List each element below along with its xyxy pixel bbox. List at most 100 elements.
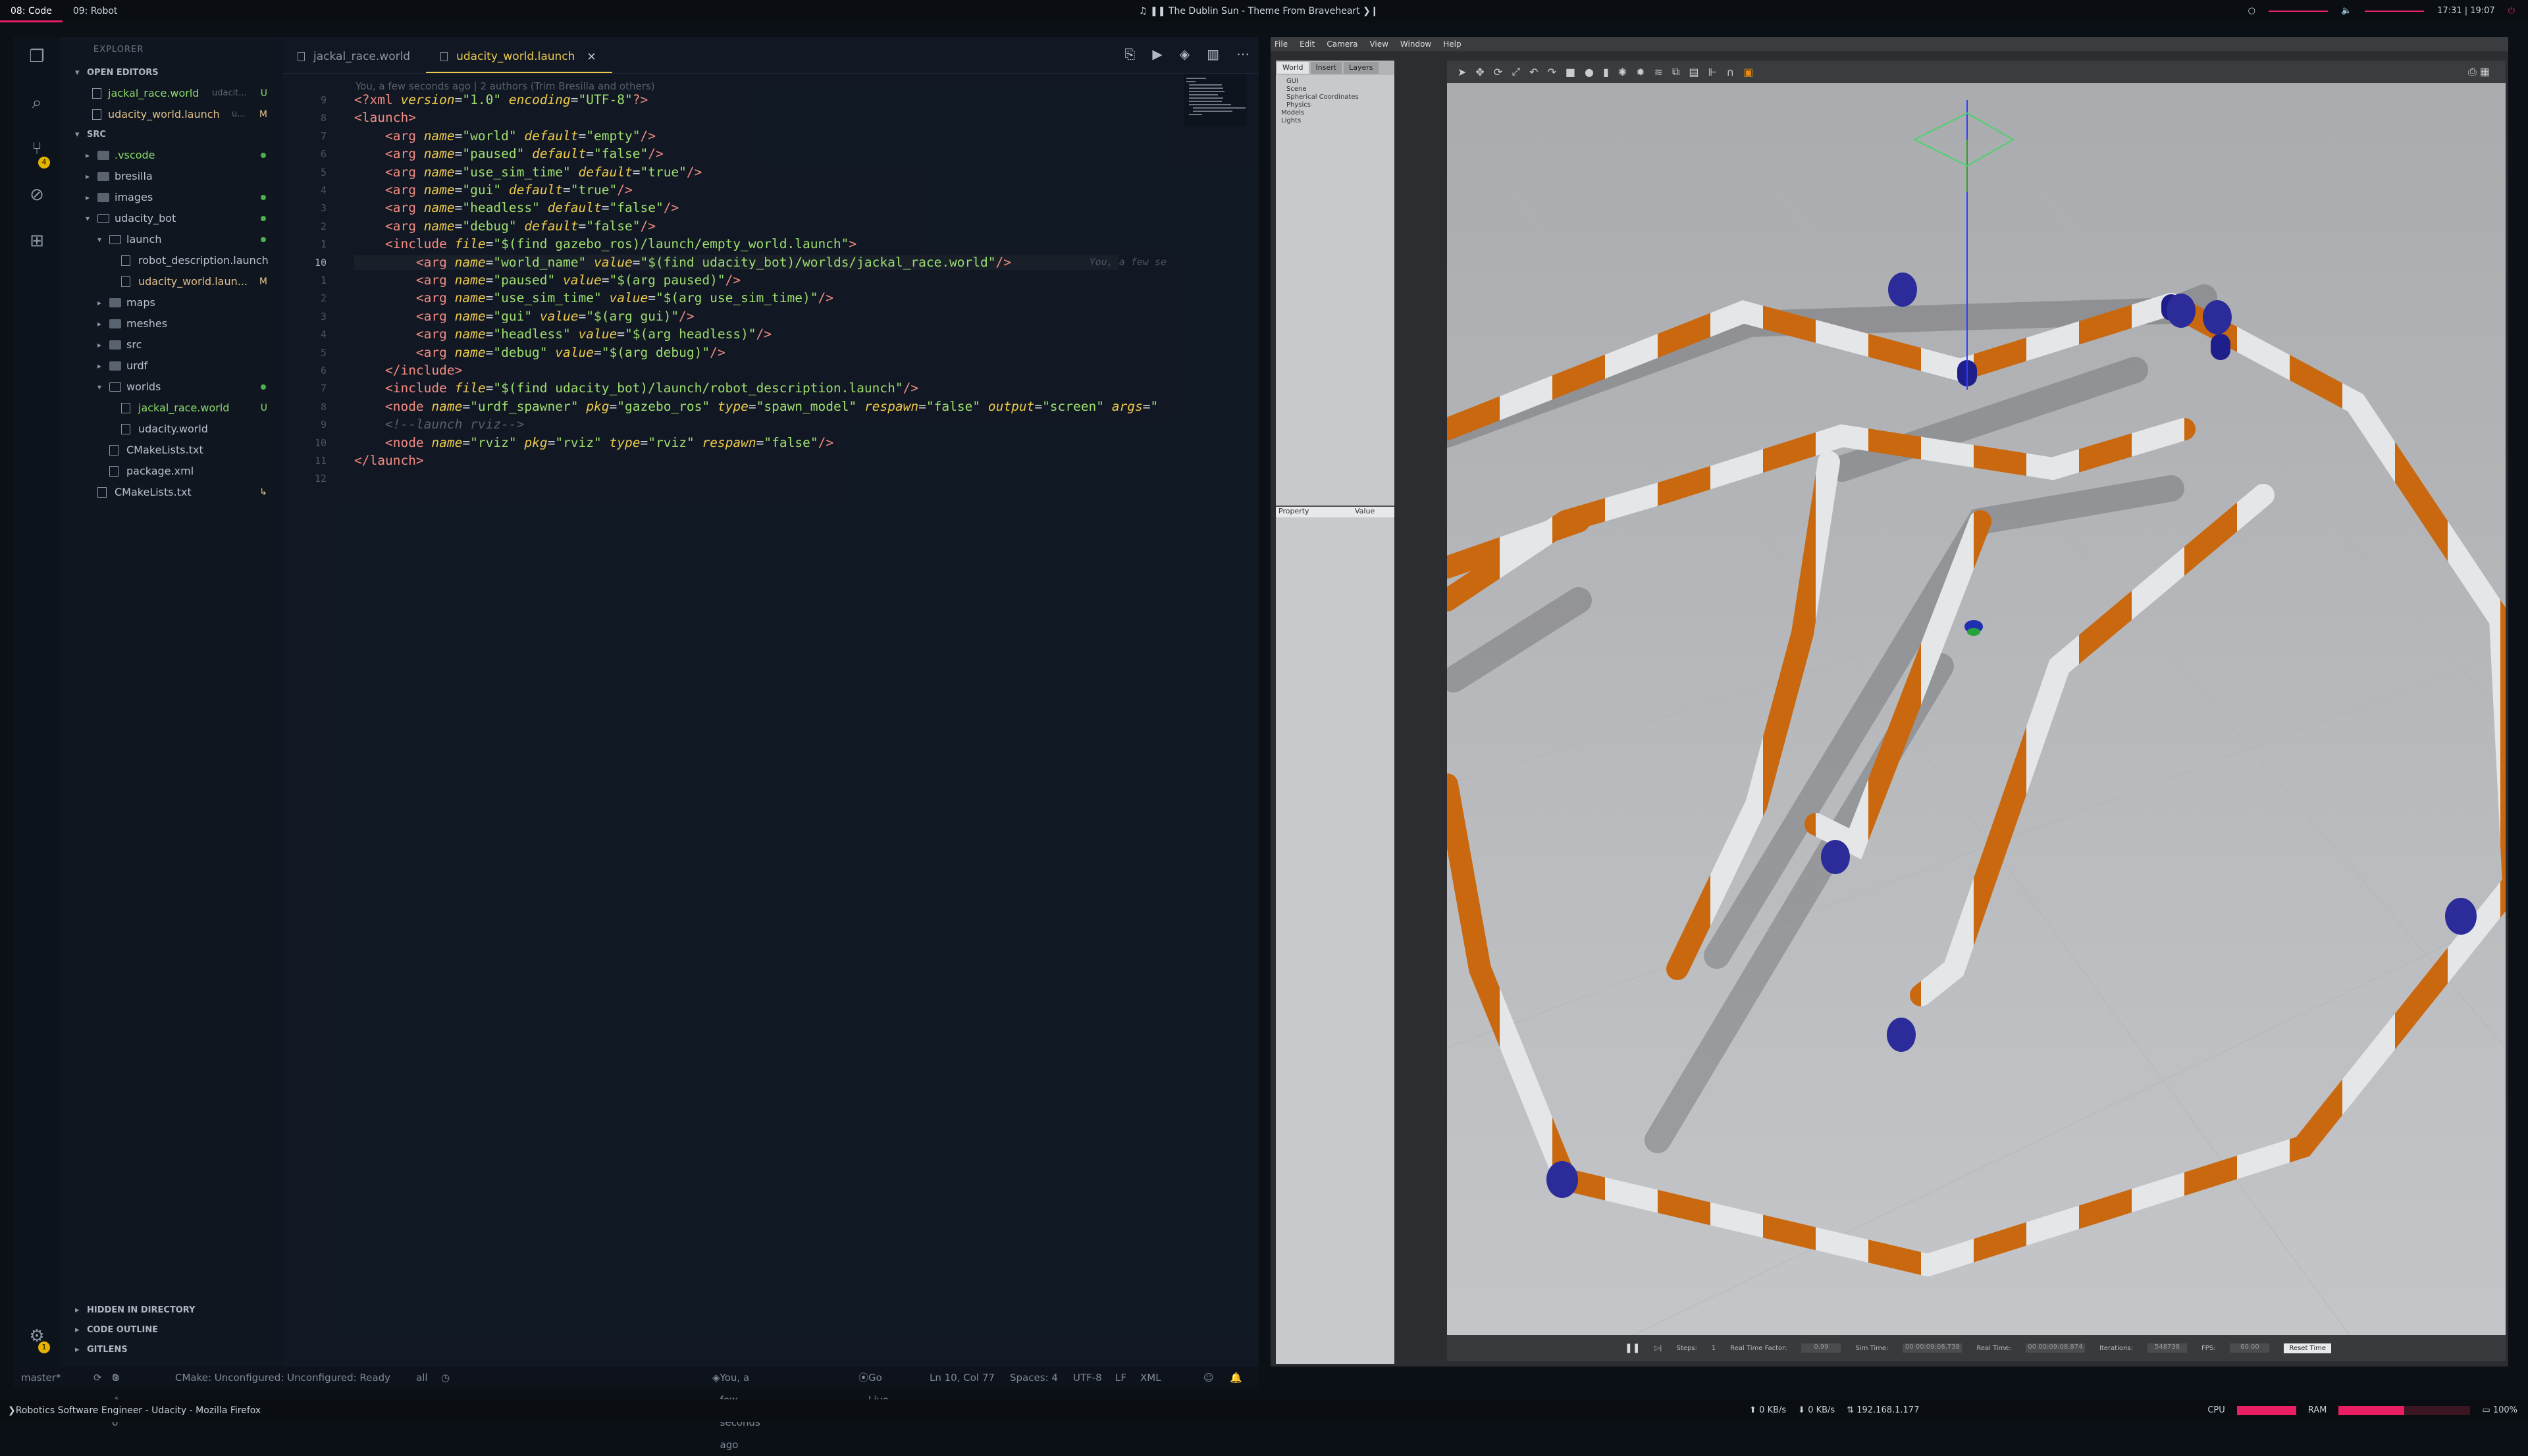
step-button[interactable]: ▷| bbox=[1654, 1345, 1662, 1352]
sidebar-section-header[interactable]: HIDDEN IN DIRECTORY bbox=[61, 1301, 283, 1320]
cmake-target[interactable]: all bbox=[416, 1366, 428, 1389]
indentation[interactable]: Spaces: 4 bbox=[1010, 1366, 1058, 1389]
spot-light-icon[interactable]: ✹ bbox=[1636, 66, 1645, 78]
folder-item[interactable]: ▸ meshes bbox=[61, 313, 283, 334]
pause-button[interactable]: ❚❚ bbox=[1625, 1343, 1640, 1353]
snap-icon[interactable]: ∩ bbox=[1726, 66, 1734, 78]
feedback-icon[interactable]: ☺ bbox=[1203, 1366, 1214, 1389]
minimap[interactable] bbox=[1184, 74, 1247, 126]
split-editor-icon[interactable]: ▥ bbox=[1207, 46, 1219, 62]
folder-item[interactable]: ▾ worlds bbox=[61, 377, 283, 398]
file-item[interactable]: package.xml bbox=[61, 461, 283, 482]
undo-icon[interactable]: ↶ bbox=[1529, 66, 1538, 78]
redo-icon[interactable]: ↷ bbox=[1547, 66, 1556, 78]
sidebar-section-header[interactable]: CODE OUTLINE bbox=[61, 1320, 283, 1340]
sphere-shape-icon[interactable]: ● bbox=[1585, 66, 1594, 78]
world-tree-item[interactable]: Physics bbox=[1286, 101, 1384, 109]
file-item[interactable]: CMakeLists.txt bbox=[61, 440, 283, 461]
notifications-icon[interactable]: 🔔 bbox=[1230, 1366, 1242, 1389]
run-icon[interactable]: ▶ bbox=[1152, 46, 1162, 62]
folder-item[interactable]: ▸ urdf bbox=[61, 355, 283, 377]
folder-item[interactable]: ▸ src bbox=[61, 334, 283, 355]
power-icon[interactable]: ⏻ bbox=[2508, 0, 2515, 22]
folder-item[interactable]: ▸ .vscode bbox=[61, 145, 283, 166]
open-editor-item[interactable]: udacity_world.launch u... M bbox=[61, 104, 283, 125]
debug-icon[interactable]: ⊘ bbox=[28, 186, 46, 204]
file-item[interactable]: robot_description.launch bbox=[61, 250, 283, 271]
tab-world[interactable]: World bbox=[1277, 62, 1309, 74]
extensions-icon[interactable]: ⊞ bbox=[28, 232, 46, 250]
folder-item[interactable]: ▾ launch bbox=[61, 229, 283, 250]
menu-view[interactable]: View bbox=[1369, 37, 1388, 51]
language-mode[interactable]: XML bbox=[1140, 1366, 1161, 1389]
point-light-icon[interactable]: ✺ bbox=[1618, 66, 1627, 78]
workspace-2[interactable]: 09: Robot bbox=[63, 0, 128, 22]
open-editors-header[interactable]: OPEN EDITORS bbox=[61, 63, 283, 83]
close-icon[interactable]: × bbox=[587, 50, 596, 63]
folder-item[interactable]: ▸ images bbox=[61, 187, 283, 208]
folder-item[interactable]: ▸ maps bbox=[61, 292, 283, 313]
world-tree-item[interactable]: Scene bbox=[1286, 86, 1384, 93]
next-icon[interactable]: ❯❙ bbox=[1360, 6, 1378, 16]
scale-mode-icon[interactable]: ⤢ bbox=[1512, 65, 1520, 78]
cursor-position[interactable]: Ln 10, Col 77 bbox=[930, 1366, 995, 1389]
search-icon[interactable]: ⌕ bbox=[28, 93, 46, 112]
line-number: 2 bbox=[320, 292, 327, 305]
orange-tool-icon[interactable]: ▣ bbox=[1743, 66, 1753, 78]
line-ending[interactable]: LF bbox=[1115, 1366, 1126, 1389]
screenshot-icon[interactable]: ⎙ ▦ bbox=[2468, 65, 2490, 78]
select-mode-icon[interactable]: ➤ bbox=[1458, 66, 1466, 78]
file-item[interactable]: jackal_race.world U bbox=[61, 398, 283, 419]
menu-file[interactable]: File bbox=[1275, 37, 1288, 51]
directional-light-icon[interactable]: ≋ bbox=[1654, 66, 1663, 78]
steps-value[interactable]: 1 bbox=[1712, 1345, 1716, 1352]
cmake-status[interactable]: CMake: Unconfigured: Unconfigured: Ready bbox=[175, 1366, 390, 1389]
open-changes-icon[interactable]: ⎘ bbox=[1124, 46, 1135, 62]
align-icon[interactable]: ⊩ bbox=[1708, 66, 1718, 78]
sync-icon[interactable]: ⟳ bbox=[93, 1366, 102, 1389]
file-item[interactable]: CMakeLists.txt ↳ bbox=[61, 482, 283, 503]
world-tree-item[interactable]: Lights bbox=[1281, 117, 1384, 125]
reset-time-button[interactable]: Reset Time bbox=[2284, 1343, 2332, 1353]
tab-jackal-race-world[interactable]: jackal_race.world bbox=[283, 40, 426, 73]
status-blame[interactable]: ◈ You, a few seconds ago bbox=[712, 1366, 760, 1451]
git-branch[interactable]: master* bbox=[21, 1366, 61, 1389]
volume-slider[interactable] bbox=[2365, 11, 2425, 12]
more-actions-icon[interactable]: ⋯ bbox=[1236, 46, 1250, 62]
folder-item[interactable]: ▸ bresilla bbox=[61, 166, 283, 187]
copy-icon[interactable]: ⧉ bbox=[1672, 65, 1679, 78]
gazebo-3d-viewport[interactable]: ➤ ✥ ⟳ ⤢ ↶ ↷ ■ ● ▮ ✺ ✹ ≋ ⧉ ▤ ⊩ ∩ ▣ ⎙ ▦ ❚❚… bbox=[1447, 61, 2506, 1361]
workspace-1[interactable]: 08: Code bbox=[0, 0, 63, 22]
tab-udacity-world-launch[interactable]: udacity_world.launch × bbox=[426, 40, 612, 73]
gitlens-blame-header[interactable]: You, a few seconds ago | 2 authors (Trim… bbox=[356, 80, 655, 92]
tab-layers[interactable]: Layers bbox=[1344, 62, 1379, 74]
file-item[interactable]: udacity.world bbox=[61, 419, 283, 440]
cylinder-shape-icon[interactable]: ▮ bbox=[1603, 66, 1609, 78]
world-tree-item[interactable]: Models bbox=[1281, 109, 1384, 117]
menu-help[interactable]: Help bbox=[1443, 37, 1461, 51]
translate-mode-icon[interactable]: ✥ bbox=[1475, 66, 1484, 78]
explorer-icon[interactable]: ❐ bbox=[28, 47, 46, 66]
tab-insert[interactable]: Insert bbox=[1310, 62, 1342, 74]
open-editor-item[interactable]: jackal_race.world udacit... U bbox=[61, 83, 283, 104]
menu-window[interactable]: Window bbox=[1400, 37, 1431, 51]
scene-render[interactable] bbox=[1447, 61, 2506, 1361]
paste-icon[interactable]: ▤ bbox=[1689, 66, 1698, 78]
rotate-mode-icon[interactable]: ⟳ bbox=[1494, 66, 1502, 78]
now-playing[interactable]: ♫ ❚❚ The Dublin Sun - Theme From Bravehe… bbox=[1139, 0, 1379, 22]
menu-edit[interactable]: Edit bbox=[1300, 37, 1315, 51]
folder-item[interactable]: ▾ udacity_bot bbox=[61, 208, 283, 229]
source-control-icon[interactable]: ⑂ bbox=[28, 140, 46, 158]
menu-camera[interactable]: Camera bbox=[1327, 37, 1357, 51]
git-compare-icon[interactable]: ◈ bbox=[1180, 46, 1190, 62]
clock-icon[interactable]: ◷ bbox=[441, 1366, 450, 1389]
world-tree-item[interactable]: Spherical Coordinates bbox=[1286, 93, 1384, 101]
go-live-button[interactable]: ⦿ Go Live bbox=[858, 1366, 889, 1406]
encoding[interactable]: UTF-8 bbox=[1073, 1366, 1102, 1389]
brightness-slider[interactable] bbox=[2268, 11, 2328, 12]
src-header[interactable]: SRC bbox=[61, 125, 283, 145]
sidebar-section-header[interactable]: GITLENS bbox=[61, 1340, 283, 1360]
box-shape-icon[interactable]: ■ bbox=[1566, 66, 1575, 78]
world-tree-item[interactable]: GUI bbox=[1286, 78, 1384, 86]
file-item[interactable]: udacity_world.laun... M bbox=[61, 271, 283, 292]
